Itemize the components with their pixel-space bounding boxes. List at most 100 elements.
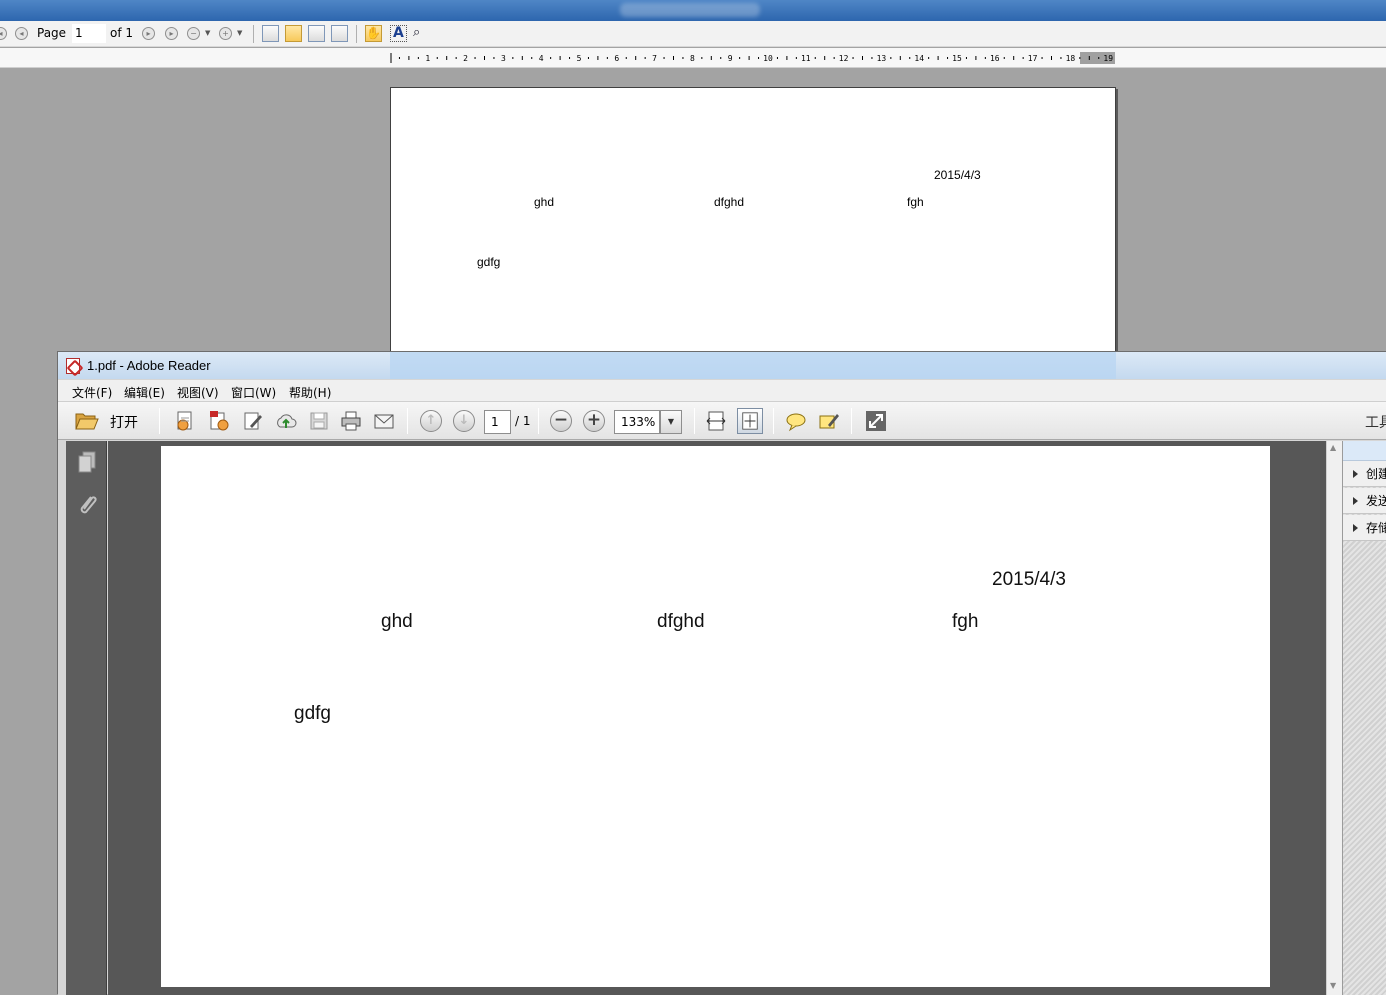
ruler-label: 8	[690, 54, 695, 63]
open-label: 打开	[110, 415, 138, 431]
page-count-label: of 1	[110, 26, 134, 40]
continuous-view-icon[interactable]	[285, 25, 302, 42]
ruler-label: 7	[652, 54, 657, 63]
cell-text: fgh	[907, 195, 924, 209]
pdf-file-icon	[66, 358, 80, 374]
find-binoculars-icon[interactable]: ⌕	[413, 25, 420, 40]
cell-text: ghd	[534, 195, 555, 209]
reader-title-bar[interactable]: 1.pdf - Adobe Reader	[58, 352, 1386, 379]
tools-item-store[interactable]: 存储	[1343, 515, 1386, 541]
last-page-icon[interactable]: ▸	[165, 27, 178, 40]
zoom-in-icon[interactable]: +	[219, 27, 232, 40]
prev-page-icon[interactable]: ↑	[420, 410, 442, 432]
ruler-label: 9	[728, 54, 733, 63]
tools-item-send[interactable]: 发送	[1343, 488, 1386, 514]
zoom-input[interactable]: 133%	[614, 410, 660, 434]
ruler-label: 11	[801, 54, 811, 63]
cell-text: dfghd	[714, 195, 745, 209]
toolbar-separator	[159, 408, 160, 434]
ruler-label: 18	[1066, 54, 1076, 63]
highlight-icon[interactable]	[818, 410, 840, 432]
scroll-down-arrow-icon[interactable]: ▼	[1330, 981, 1336, 990]
print-icon[interactable]	[340, 410, 362, 432]
combine-pdf-icon[interactable]	[208, 410, 230, 432]
toolbar-separator	[253, 25, 254, 43]
cell-text: fgh	[952, 611, 979, 632]
cell-text: dfghd	[657, 611, 705, 632]
date-text: 2015/4/3	[934, 168, 981, 182]
ruler-label: 15	[952, 54, 962, 63]
scroll-up-arrow-icon[interactable]: ▲	[1330, 443, 1336, 452]
create-pdf-icon[interactable]	[174, 410, 196, 432]
ruler-label: 19	[1103, 54, 1113, 63]
ruler-label: 16	[990, 54, 1000, 63]
next-page-icon[interactable]: ▸	[142, 27, 155, 40]
comment-icon[interactable]	[785, 410, 807, 432]
expand-arrow-icon	[1353, 497, 1358, 505]
full-screen-icon[interactable]	[865, 410, 887, 432]
zoom-dropdown-icon[interactable]: ▼	[660, 410, 682, 434]
page-number-input[interactable]: 1	[72, 24, 106, 43]
vertical-scrollbar[interactable]: ▲ ▼	[1326, 441, 1342, 995]
footer-text: gdfg	[477, 255, 501, 269]
pages-thumbnail-icon[interactable]	[76, 451, 98, 475]
date-text: 2015/4/3	[992, 569, 1066, 590]
menu-window[interactable]: 窗口(W)	[231, 384, 276, 401]
ruler-label: 1	[425, 54, 430, 63]
tools-pane-header	[1343, 441, 1386, 461]
left-window-border	[58, 441, 66, 995]
background-title-bar	[0, 0, 1386, 21]
dropdown-arrow-icon[interactable]: ▼	[237, 29, 242, 37]
page-total-label: / 1	[515, 414, 531, 428]
expand-arrow-icon	[1353, 524, 1358, 532]
multi-page-view-icon[interactable]	[331, 25, 348, 42]
toolbar-separator	[773, 408, 774, 434]
ruler-label: 14	[914, 54, 924, 63]
toolbar-separator	[694, 408, 695, 434]
tools-pane-label[interactable]: 工具	[1365, 412, 1386, 432]
two-page-view-icon[interactable]	[308, 25, 325, 42]
fit-page-button[interactable]	[737, 408, 763, 434]
menu-file[interactable]: 文件(F)	[72, 384, 112, 401]
next-page-icon[interactable]: ↓	[453, 410, 475, 432]
cloud-upload-icon[interactable]	[275, 410, 297, 432]
expand-arrow-icon	[1353, 470, 1358, 478]
edit-icon[interactable]	[242, 410, 264, 432]
tools-item-label: 发送	[1366, 494, 1386, 508]
zoom-in-icon[interactable]: +	[583, 410, 605, 432]
window-title: 1.pdf - Adobe Reader	[87, 358, 211, 373]
horizontal-ruler: 1 2 3 4 5 6 7 8 9 10 11 12 13 14 15 16 17 18 19	[390, 52, 1115, 64]
fit-width-icon[interactable]	[705, 410, 727, 432]
ruler-label: 13	[877, 54, 887, 63]
zoom-out-icon[interactable]: −	[187, 27, 200, 40]
menu-bar: 文件(F) 编辑(E) 视图(V) 窗口(W) 帮助(H)	[58, 380, 1386, 402]
single-page-view-icon[interactable]	[262, 25, 279, 42]
zoom-out-icon[interactable]: −	[550, 410, 572, 432]
menu-edit[interactable]: 编辑(E)	[124, 384, 165, 401]
email-icon[interactable]	[373, 410, 395, 432]
folder-open-icon	[75, 413, 99, 430]
pdf-page: 2015/4/3 ghd dfghd fgh gdfg	[161, 446, 1270, 987]
attachment-paperclip-icon[interactable]	[76, 493, 98, 517]
navigation-pane	[66, 441, 107, 995]
ruler-label: 10	[763, 54, 773, 63]
hand-tool-icon[interactable]: ✋	[365, 25, 382, 42]
tools-item-label: 创建	[1366, 467, 1386, 481]
ruler-label: 17	[1028, 54, 1038, 63]
first-page-icon[interactable]: ◂	[0, 27, 7, 40]
save-icon[interactable]	[308, 410, 330, 432]
prev-page-icon[interactable]: ◂	[15, 27, 28, 40]
text-select-icon[interactable]: A	[390, 25, 407, 42]
fit-page-icon	[742, 412, 758, 430]
tools-item-create[interactable]: 创建	[1343, 461, 1386, 487]
ruler-label: 2	[463, 54, 468, 63]
page-label: Page	[37, 26, 67, 40]
menu-help[interactable]: 帮助(H)	[289, 384, 331, 401]
open-button[interactable]: 打开	[66, 408, 150, 434]
toolbar-separator	[356, 25, 357, 43]
menu-view[interactable]: 视图(V)	[177, 384, 219, 401]
ruler-label: 12	[839, 54, 849, 63]
dropdown-arrow-icon[interactable]: ▼	[205, 29, 210, 37]
page-number-input[interactable]: 1	[484, 410, 511, 434]
reader-toolbar: 打开 ↑ ↓ 1 / 1 − + 133% ▼ 工	[58, 402, 1386, 440]
